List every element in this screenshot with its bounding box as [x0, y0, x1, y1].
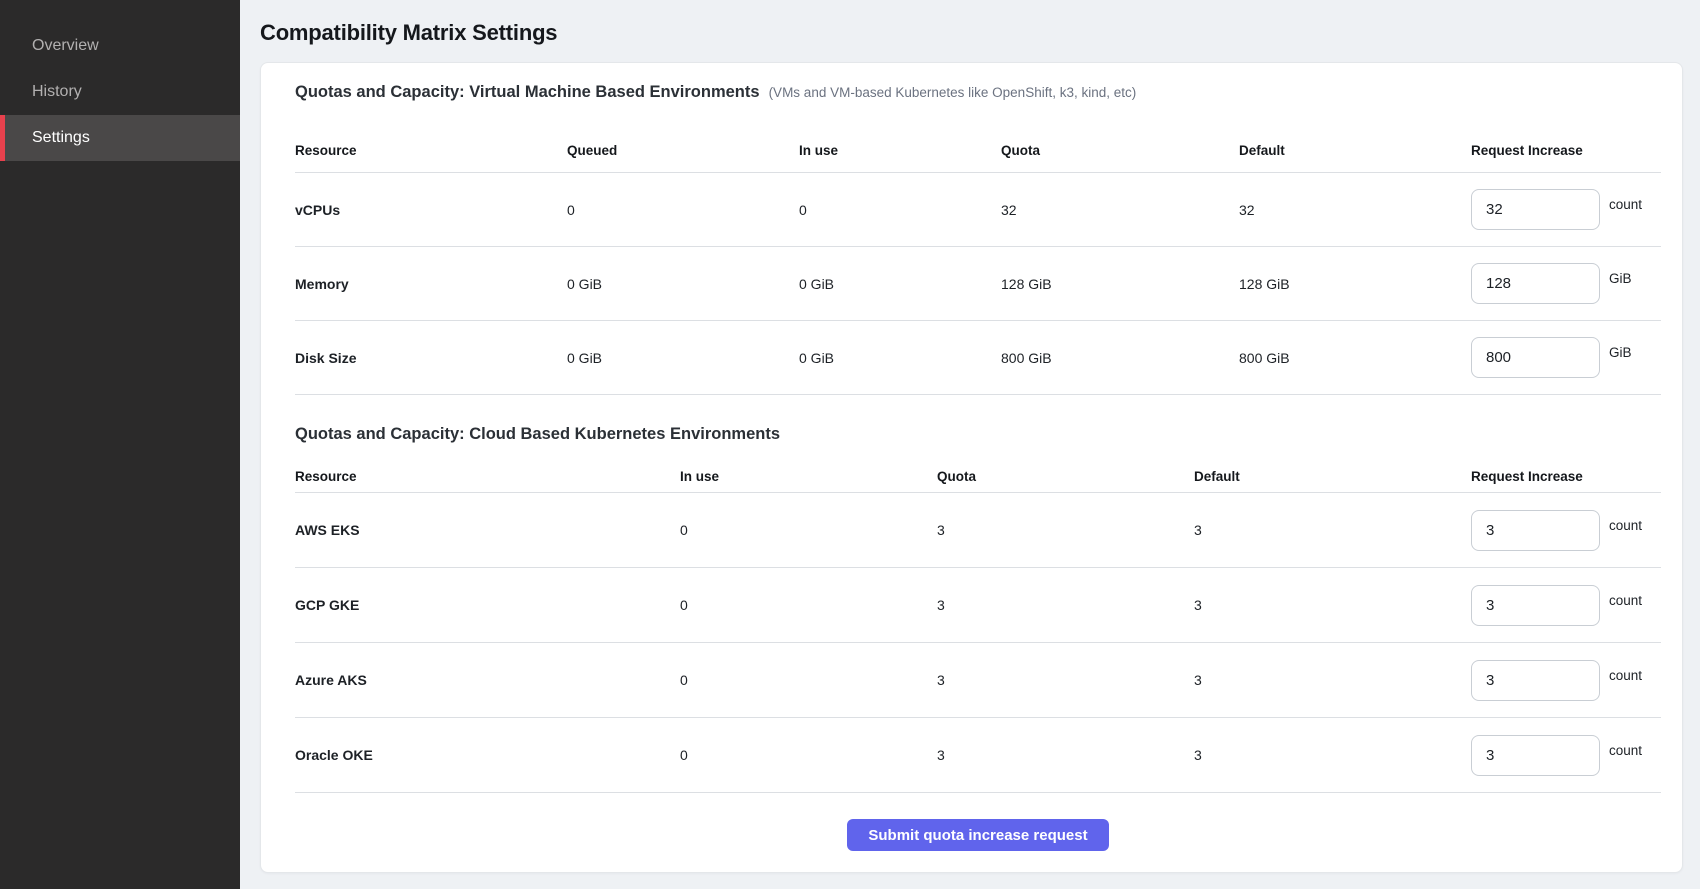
- vm-section-heading: Quotas and Capacity: Virtual Machine Bas…: [295, 79, 760, 105]
- azure-aks-request-input[interactable]: [1471, 660, 1600, 701]
- queued-value: 0: [567, 202, 799, 218]
- request-increase-cell: GiB: [1471, 263, 1661, 304]
- sidebar-item-label: History: [32, 83, 82, 101]
- submit-quota-increase-button[interactable]: Submit quota increase request: [847, 819, 1108, 851]
- vcpus-request-input[interactable]: [1471, 189, 1600, 230]
- k8s-section-heading-row: Quotas and Capacity: Cloud Based Kuberne…: [295, 421, 1661, 447]
- in-use-value: 0 GiB: [799, 276, 1001, 292]
- sidebar-item-settings[interactable]: Settings: [0, 115, 240, 161]
- column-header-queued: Queued: [567, 143, 799, 158]
- quota-value: 3: [937, 597, 1194, 613]
- disk-size-request-input[interactable]: [1471, 337, 1600, 378]
- sidebar-item-overview[interactable]: Overview: [0, 23, 240, 69]
- request-increase-cell: count: [1471, 585, 1661, 626]
- page-title: Compatibility Matrix Settings: [260, 20, 1683, 46]
- unit-label: GiB: [1609, 345, 1632, 360]
- default-value: 800 GiB: [1239, 350, 1471, 366]
- quota-value: 800 GiB: [1001, 350, 1239, 366]
- column-header-default: Default: [1239, 143, 1471, 158]
- default-value: 3: [1194, 522, 1471, 538]
- k8s-table-header: Resource In use Quota Default Request In…: [295, 447, 1661, 493]
- table-row-vcpus: vCPUs 0 0 32 32 count: [295, 173, 1661, 247]
- table-row-gcp-gke: GCP GKE 0 3 3 count: [295, 568, 1661, 643]
- table-row-disk-size: Disk Size 0 GiB 0 GiB 800 GiB 800 GiB Gi…: [295, 321, 1661, 395]
- sidebar-item-label: Overview: [32, 37, 99, 55]
- request-increase-cell: GiB: [1471, 337, 1661, 378]
- sidebar: Overview History Settings: [0, 0, 240, 889]
- request-increase-cell: count: [1471, 660, 1661, 701]
- column-header-in-use: In use: [799, 143, 1001, 158]
- active-accent-bar: [0, 115, 5, 161]
- resource-name: GCP GKE: [295, 597, 680, 613]
- quota-value: 32: [1001, 202, 1239, 218]
- table-row-azure-aks: Azure AKS 0 3 3 count: [295, 643, 1661, 718]
- default-value: 3: [1194, 597, 1471, 613]
- in-use-value: 0: [680, 747, 937, 763]
- default-value: 3: [1194, 672, 1471, 688]
- sidebar-item-history[interactable]: History: [0, 69, 240, 115]
- column-header-request-increase: Request Increase: [1471, 143, 1661, 158]
- sidebar-item-label: Settings: [32, 129, 90, 147]
- unit-label: count: [1609, 518, 1642, 533]
- resource-name: Disk Size: [295, 350, 567, 366]
- memory-request-input[interactable]: [1471, 263, 1600, 304]
- resource-name: Azure AKS: [295, 672, 680, 688]
- column-header-request-increase: Request Increase: [1471, 469, 1661, 484]
- resource-name: Memory: [295, 276, 567, 292]
- quotas-card: Quotas and Capacity: Virtual Machine Bas…: [260, 62, 1683, 873]
- oracle-oke-request-input[interactable]: [1471, 735, 1600, 776]
- quota-value: 3: [937, 522, 1194, 538]
- request-increase-cell: count: [1471, 735, 1661, 776]
- table-row-memory: Memory 0 GiB 0 GiB 128 GiB 128 GiB GiB: [295, 247, 1661, 321]
- in-use-value: 0: [680, 672, 937, 688]
- table-row-oracle-oke: Oracle OKE 0 3 3 count: [295, 718, 1661, 793]
- quota-value: 128 GiB: [1001, 276, 1239, 292]
- quota-value: 3: [937, 672, 1194, 688]
- column-header-quota: Quota: [937, 469, 1194, 484]
- in-use-value: 0: [680, 597, 937, 613]
- main-content: Compatibility Matrix Settings Quotas and…: [240, 0, 1700, 889]
- request-increase-cell: count: [1471, 189, 1661, 230]
- column-header-in-use: In use: [680, 469, 937, 484]
- unit-label: GiB: [1609, 271, 1632, 286]
- resource-name: AWS EKS: [295, 522, 680, 538]
- queued-value: 0 GiB: [567, 350, 799, 366]
- resource-name: vCPUs: [295, 202, 567, 218]
- column-header-default: Default: [1194, 469, 1471, 484]
- aws-eks-request-input[interactable]: [1471, 510, 1600, 551]
- unit-label: count: [1609, 593, 1642, 608]
- table-row-aws-eks: AWS EKS 0 3 3 count: [295, 493, 1661, 568]
- in-use-value: 0 GiB: [799, 350, 1001, 366]
- vm-table-header: Resource Queued In use Quota Default Req…: [295, 106, 1661, 173]
- gcp-gke-request-input[interactable]: [1471, 585, 1600, 626]
- in-use-value: 0: [799, 202, 1001, 218]
- vm-section-heading-row: Quotas and Capacity: Virtual Machine Bas…: [295, 79, 1661, 106]
- default-value: 32: [1239, 202, 1471, 218]
- unit-label: count: [1609, 197, 1642, 212]
- unit-label: count: [1609, 743, 1642, 758]
- submit-button-container: Submit quota increase request: [295, 793, 1661, 851]
- default-value: 3: [1194, 747, 1471, 763]
- column-header-resource: Resource: [295, 469, 680, 484]
- default-value: 128 GiB: [1239, 276, 1471, 292]
- vm-section-subheading: (VMs and VM-based Kubernetes like OpenSh…: [769, 80, 1137, 106]
- column-header-resource: Resource: [295, 143, 567, 158]
- unit-label: count: [1609, 668, 1642, 683]
- queued-value: 0 GiB: [567, 276, 799, 292]
- resource-name: Oracle OKE: [295, 747, 680, 763]
- quota-value: 3: [937, 747, 1194, 763]
- k8s-section-heading: Quotas and Capacity: Cloud Based Kuberne…: [295, 421, 780, 447]
- in-use-value: 0: [680, 522, 937, 538]
- column-header-quota: Quota: [1001, 143, 1239, 158]
- request-increase-cell: count: [1471, 510, 1661, 551]
